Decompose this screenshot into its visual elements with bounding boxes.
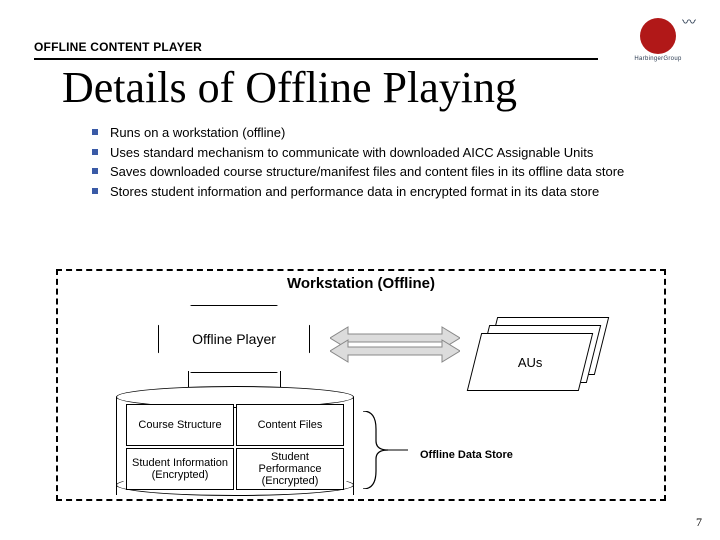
diagram-workstation: Workstation (Offline) Offline Player AUs <box>56 269 666 501</box>
bullet-item: Runs on a workstation (offline) <box>92 124 680 142</box>
page-title: Details of Offline Playing <box>62 62 517 113</box>
aus-label: AUs <box>518 355 543 370</box>
offline-player-label: Offline Player <box>192 331 276 347</box>
logo: 〰 HarbingerGroup <box>630 18 686 62</box>
double-arrow-icon <box>330 321 460 365</box>
bullet-item: Uses standard mechanism to communicate w… <box>92 144 680 162</box>
cell-student-perf: Student Performance (Encrypted) <box>236 448 344 490</box>
aus-card-front: AUs <box>467 333 593 391</box>
slide: OFFLINE CONTENT PLAYER 〰 HarbingerGroup … <box>0 0 720 540</box>
logo-circle-icon <box>640 18 676 54</box>
aus-stack: AUs <box>474 317 602 391</box>
bullet-list: Runs on a workstation (offline) Uses sta… <box>92 124 680 202</box>
logo-text: HarbingerGroup <box>630 56 686 62</box>
octagon-shape: Offline Player <box>158 305 310 373</box>
page-number: 7 <box>696 515 702 530</box>
bird-icon: 〰 <box>682 12 696 32</box>
slide-header: OFFLINE CONTENT PLAYER <box>34 40 686 54</box>
diagram-title: Workstation (Offline) <box>58 275 664 292</box>
header-text: OFFLINE CONTENT PLAYER <box>34 40 202 54</box>
header-underline <box>34 58 598 60</box>
cylinder-grid: Course Structure Content Files Student I… <box>116 402 354 494</box>
offline-player-node: Offline Player <box>158 305 310 373</box>
cell-course-structure: Course Structure <box>126 404 234 446</box>
data-store-cylinder: Course Structure Content Files Student I… <box>116 386 354 496</box>
bullet-item: Saves downloaded course structure/manife… <box>92 163 680 181</box>
cell-content-files: Content Files <box>236 404 344 446</box>
brace-icon <box>358 411 408 489</box>
cell-student-info: Student Information (Encrypted) <box>126 448 234 490</box>
offline-data-store-label: Offline Data Store <box>420 449 513 462</box>
bullet-item: Stores student information and performan… <box>92 183 680 201</box>
